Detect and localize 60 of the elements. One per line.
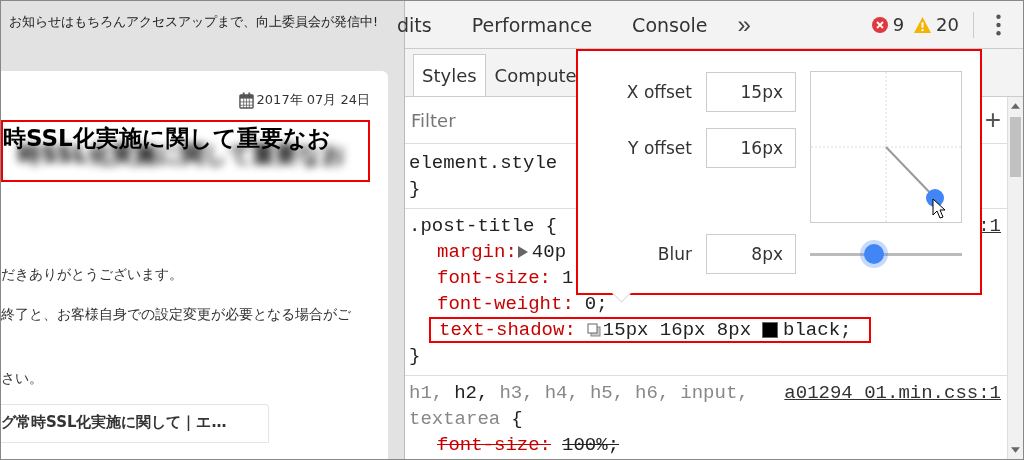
add-rule-button[interactable]: +: [984, 106, 1001, 134]
calendar-icon: [238, 91, 254, 109]
css-value: 0;: [584, 292, 608, 317]
link-card[interactable]: グ常時SSL化実施に関して｜エ…: [1, 404, 269, 443]
paragraph-text: だきありがとうございます。: [1, 266, 184, 284]
notice-text: お知らせはもちろんアクセスアップまで、向上委員会が発信中!: [8, 13, 379, 31]
error-count: 9: [892, 14, 905, 35]
css-property: text-shadow:: [439, 319, 576, 341]
brace: }: [409, 344, 422, 369]
shadow-editor-icon[interactable]: [586, 323, 601, 337]
source-link[interactable]: a01294_01.min.css:1: [784, 380, 1001, 432]
css-value: 40p: [531, 240, 567, 265]
more-tabs-button[interactable]: »: [727, 10, 761, 39]
css-selector: h4,: [544, 381, 579, 406]
y-offset-field[interactable]: 16px: [706, 128, 796, 168]
field-label: X offset: [625, 82, 692, 102]
css-value: black;: [783, 319, 852, 341]
scrollbar-thumb[interactable]: [1010, 117, 1021, 177]
css-value: 15px 16px 8px: [602, 319, 752, 341]
menu-icon[interactable]: [996, 13, 1001, 36]
field-label: Blur: [656, 244, 692, 264]
pane-tab[interactable]: Styles: [413, 54, 486, 96]
brace: {: [511, 407, 523, 432]
css-selector: textarea: [409, 407, 501, 432]
css-selector: h5,: [589, 381, 625, 406]
css-property: font-weight:: [437, 292, 574, 317]
source-link[interactable]: :1: [978, 213, 1001, 239]
css-selector: h3,: [499, 381, 534, 406]
warning-count: 20: [936, 14, 959, 35]
scrollbar[interactable]: [1007, 97, 1023, 459]
paragraph-text: さい。: [1, 370, 44, 388]
slider-thumb[interactable]: [863, 244, 884, 264]
css-selector: h6,: [635, 381, 670, 406]
brace: {: [545, 214, 557, 239]
panel-tab[interactable]: Performance: [451, 1, 613, 48]
warning-icon: [914, 16, 932, 33]
paragraph-text: 終了と、お客様自身での設定変更が必要となる場合がご: [1, 306, 352, 324]
css-selector: element.style: [409, 151, 558, 176]
field-label: Y offset: [627, 138, 692, 158]
scroll-up-icon[interactable]: [1011, 103, 1020, 109]
expand-arrow-icon[interactable]: [517, 246, 528, 258]
brace: }: [409, 177, 422, 202]
post-date: 2017年 07月 24日: [256, 91, 370, 109]
scroll-down-icon[interactable]: [1011, 447, 1020, 453]
color-swatch[interactable]: [762, 322, 779, 338]
x-offset-field[interactable]: 15px: [706, 72, 796, 112]
css-selector: h2,: [454, 381, 489, 406]
css-value: 1: [562, 266, 574, 291]
css-property: margin:: [437, 240, 517, 265]
css-selector: .post-title: [409, 214, 535, 239]
error-icon: [871, 16, 888, 33]
pane-tab[interactable]: Compute: [485, 54, 586, 96]
css-value: 100%;: [562, 433, 620, 458]
panel-tab[interactable]: Console: [612, 1, 728, 48]
css-property: font-size:: [437, 433, 552, 458]
panel-tab[interactable]: dits: [397, 1, 452, 48]
css-property: font-size:: [437, 266, 552, 291]
css-selector: input,: [680, 381, 749, 406]
css-selector: h1,: [409, 381, 444, 406]
blur-field[interactable]: 8px: [706, 234, 796, 274]
